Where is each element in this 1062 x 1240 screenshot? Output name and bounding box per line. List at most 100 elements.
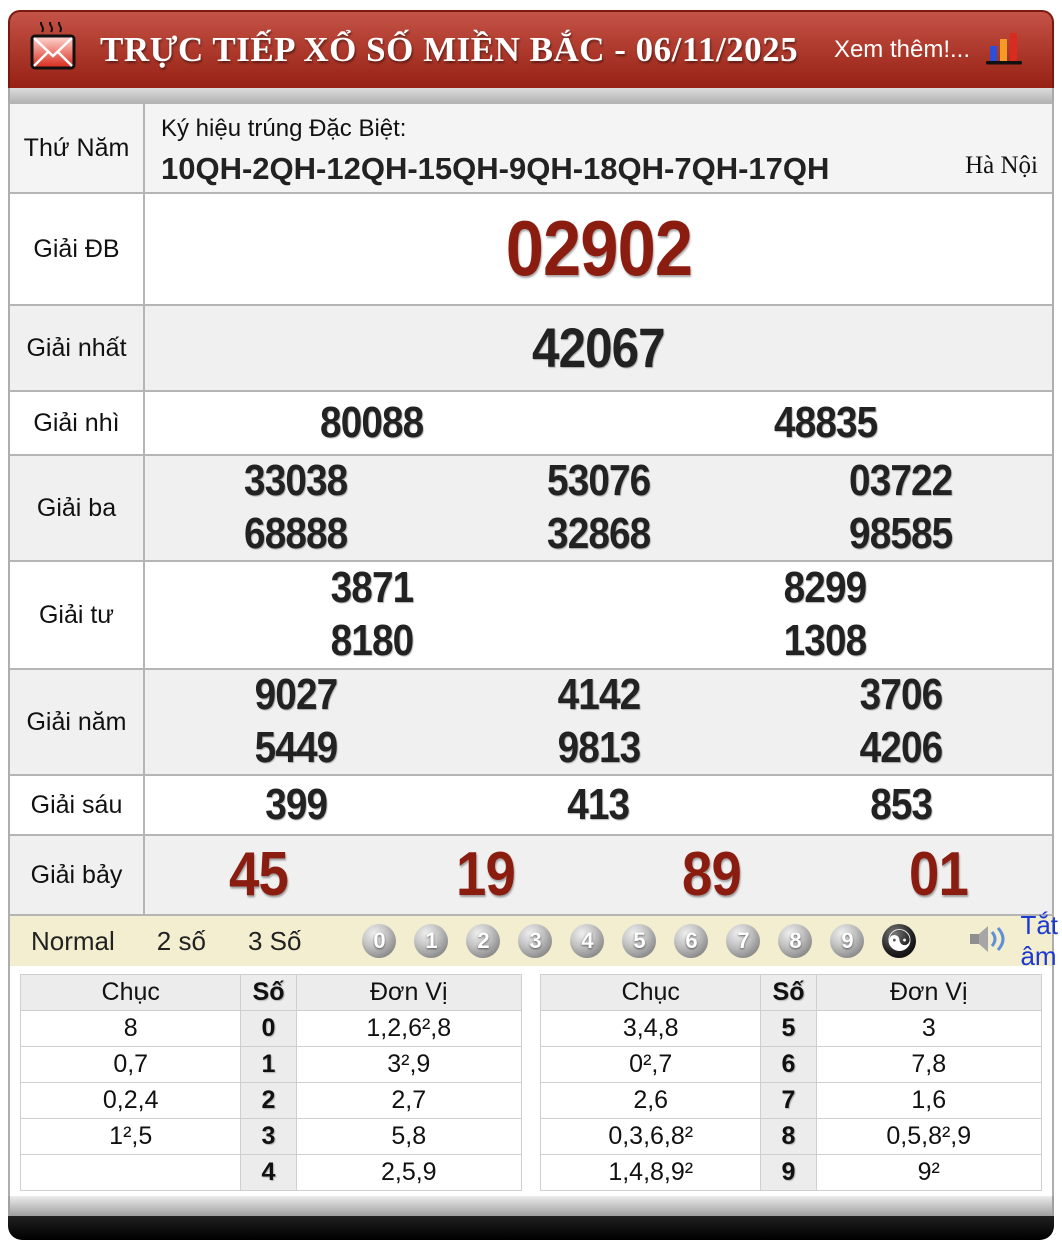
prize-number: 4142 [557, 670, 641, 720]
mode-2so-button[interactable]: 2 số [136, 926, 227, 957]
units-cell: 2,5,9 [295, 1154, 523, 1191]
sign-codes: 10QH-2QH-12QH-15QH-9QH-18QH-7QH-17QH [161, 151, 830, 186]
table-row: 0²,7 6 7,8 [539, 1046, 1043, 1083]
prize-number: 48835 [773, 397, 878, 447]
digit-ball-7[interactable]: 7 [726, 924, 761, 958]
units-cell: 9² [815, 1154, 1043, 1191]
mute-label: Tắt âm [1020, 910, 1059, 971]
prize-row-fourth: Giải tư 3871 8299 8180 1308 [10, 560, 1052, 668]
page-title: TRỰC TIẾP XỔ SỐ MIỀN BẮC - 06/11/2025 [100, 30, 799, 69]
prize-label: Giải tư [10, 562, 145, 668]
units-cell: 2,7 [295, 1082, 523, 1119]
tens-cell: 0,3,6,8² [539, 1118, 762, 1155]
prize-number: 53076 [546, 456, 651, 506]
table-row: 0,2,4 2 2,7 [19, 1082, 523, 1119]
digit-cell: 1 [240, 1046, 297, 1083]
digit-ball-4[interactable]: 4 [570, 924, 605, 958]
prize-label: Giải bảy [10, 836, 145, 914]
column-header: Chục [539, 974, 762, 1011]
mode-normal-button[interactable]: Normal [10, 926, 136, 957]
digit-cell: 9 [760, 1154, 817, 1191]
prize-number: 01 [909, 839, 969, 909]
table-row: 4 2,5,9 [19, 1154, 523, 1191]
prize-label: Giải năm [10, 670, 145, 774]
prize-number: 3871 [330, 563, 414, 613]
prize-number: 1308 [783, 616, 868, 665]
digit-cell: 5 [760, 1010, 817, 1047]
units-cell: 7,8 [815, 1046, 1043, 1083]
prize-label: Giải ba [10, 456, 145, 560]
stats-section: Chục Số Đơn Vị 8 0 1,2,6²,8 0,7 1 3²,9 0… [8, 966, 1054, 1196]
bottom-black-bar [8, 1216, 1054, 1240]
mode-3so-button[interactable]: 3 Số [227, 926, 323, 957]
digit-ball-1[interactable]: 1 [414, 924, 449, 958]
prize-number: 9027 [254, 670, 339, 720]
column-header: Đơn Vị [295, 974, 523, 1011]
prize-label: Giải sáu [10, 776, 145, 834]
prize-label: Giải ĐB [10, 194, 145, 304]
bottom-gray-bar [8, 1196, 1054, 1216]
sign-body: Ký hiệu trúng Đặc Biệt: 10QH-2QH-12QH-15… [145, 104, 1052, 192]
column-header: Đơn Vị [815, 974, 1043, 1011]
stats-table-right: Chục Số Đơn Vị 3,4,8 5 3 0²,7 6 7,8 2,6 … [539, 974, 1043, 1191]
prize-row-fifth: Giải năm 9027 4142 3706 5449 9813 4206 [10, 668, 1052, 774]
prize-number: 9813 [557, 723, 641, 772]
prize-label: Giải nhì [10, 392, 145, 454]
prize-row-seventh: Giải bảy 45 19 89 01 [10, 834, 1052, 914]
table-row: 0,7 1 3²,9 [19, 1046, 523, 1083]
sign-row: Thứ Năm Ký hiệu trúng Đặc Biệt: 10QH-2QH… [10, 102, 1052, 192]
digit-ball-9[interactable]: 9 [830, 924, 865, 958]
digit-ball-0[interactable]: 0 [362, 924, 397, 958]
prize-number: 8180 [330, 616, 414, 665]
digit-cell: 3 [240, 1118, 297, 1155]
units-cell: 3²,9 [295, 1046, 523, 1083]
digit-cell: 2 [240, 1082, 297, 1119]
column-header: Số [240, 974, 297, 1011]
header-bar: TRỰC TIẾP XỔ SỐ MIỀN BẮC - 06/11/2025 Xe… [8, 10, 1054, 88]
speaker-icon [968, 923, 1010, 960]
bar-chart-icon[interactable] [984, 30, 1024, 71]
prize-number: 68888 [244, 509, 349, 558]
lottery-widget: TRỰC TIẾP XỔ SỐ MIỀN BẮC - 06/11/2025 Xe… [8, 10, 1058, 1240]
prize-row-first: Giải nhất 42067 [10, 304, 1052, 390]
table-row: 1²,5 3 5,8 [19, 1118, 523, 1155]
tens-cell: 1,4,8,9² [539, 1154, 762, 1191]
units-cell: 3 [815, 1010, 1043, 1047]
tens-cell [19, 1154, 242, 1191]
prize-label: Giải nhất [10, 306, 145, 390]
digit-ball-3[interactable]: 3 [518, 924, 553, 958]
digit-cell: 7 [760, 1082, 817, 1119]
tens-cell: 0²,7 [539, 1046, 762, 1083]
column-header: Số [760, 974, 817, 1011]
digit-ball-5[interactable]: 5 [622, 924, 657, 958]
digit-ball-6[interactable]: 6 [674, 924, 709, 958]
weekday-label: Thứ Năm [10, 104, 145, 192]
header-divider-strip [8, 88, 1054, 102]
prize-row-third: Giải ba 33038 53076 03722 68888 32868 98… [10, 454, 1052, 560]
digit-ball-group: 0 1 2 3 4 5 6 7 8 9 ☯ [362, 924, 917, 958]
digit-ball-2[interactable]: 2 [466, 924, 501, 958]
units-cell: 1,6 [815, 1082, 1043, 1119]
prize-number: 8299 [783, 563, 868, 613]
table-row: 0,3,6,8² 8 0,5,8²,9 [539, 1118, 1043, 1155]
prize-number: 45 [228, 839, 289, 909]
digit-cell: 0 [240, 1010, 297, 1047]
column-header: Chục [19, 974, 242, 1011]
prize-number: 42067 [532, 316, 666, 380]
digit-cell: 4 [240, 1154, 297, 1191]
prize-table: Thứ Năm Ký hiệu trúng Đặc Biệt: 10QH-2QH… [8, 102, 1054, 914]
digit-cell: 6 [760, 1046, 817, 1083]
table-row: 2,6 7 1,6 [539, 1082, 1043, 1119]
prize-number: 413 [567, 779, 631, 829]
table-row: 1,4,8,9² 9 9² [539, 1154, 1043, 1191]
digit-ball-8[interactable]: 8 [778, 924, 813, 958]
see-more-link[interactable]: Xem thêm!... [834, 36, 970, 64]
tens-cell: 0,2,4 [19, 1082, 242, 1119]
prize-number: 3706 [859, 670, 944, 720]
region-label: Hà Nội [965, 152, 1038, 179]
tens-cell: 0,7 [19, 1046, 242, 1083]
prize-number: 32868 [546, 509, 651, 558]
mute-button[interactable]: Tắt âm [968, 910, 1058, 972]
prize-number: 03722 [849, 456, 953, 506]
yin-yang-icon[interactable]: ☯ [882, 924, 917, 958]
